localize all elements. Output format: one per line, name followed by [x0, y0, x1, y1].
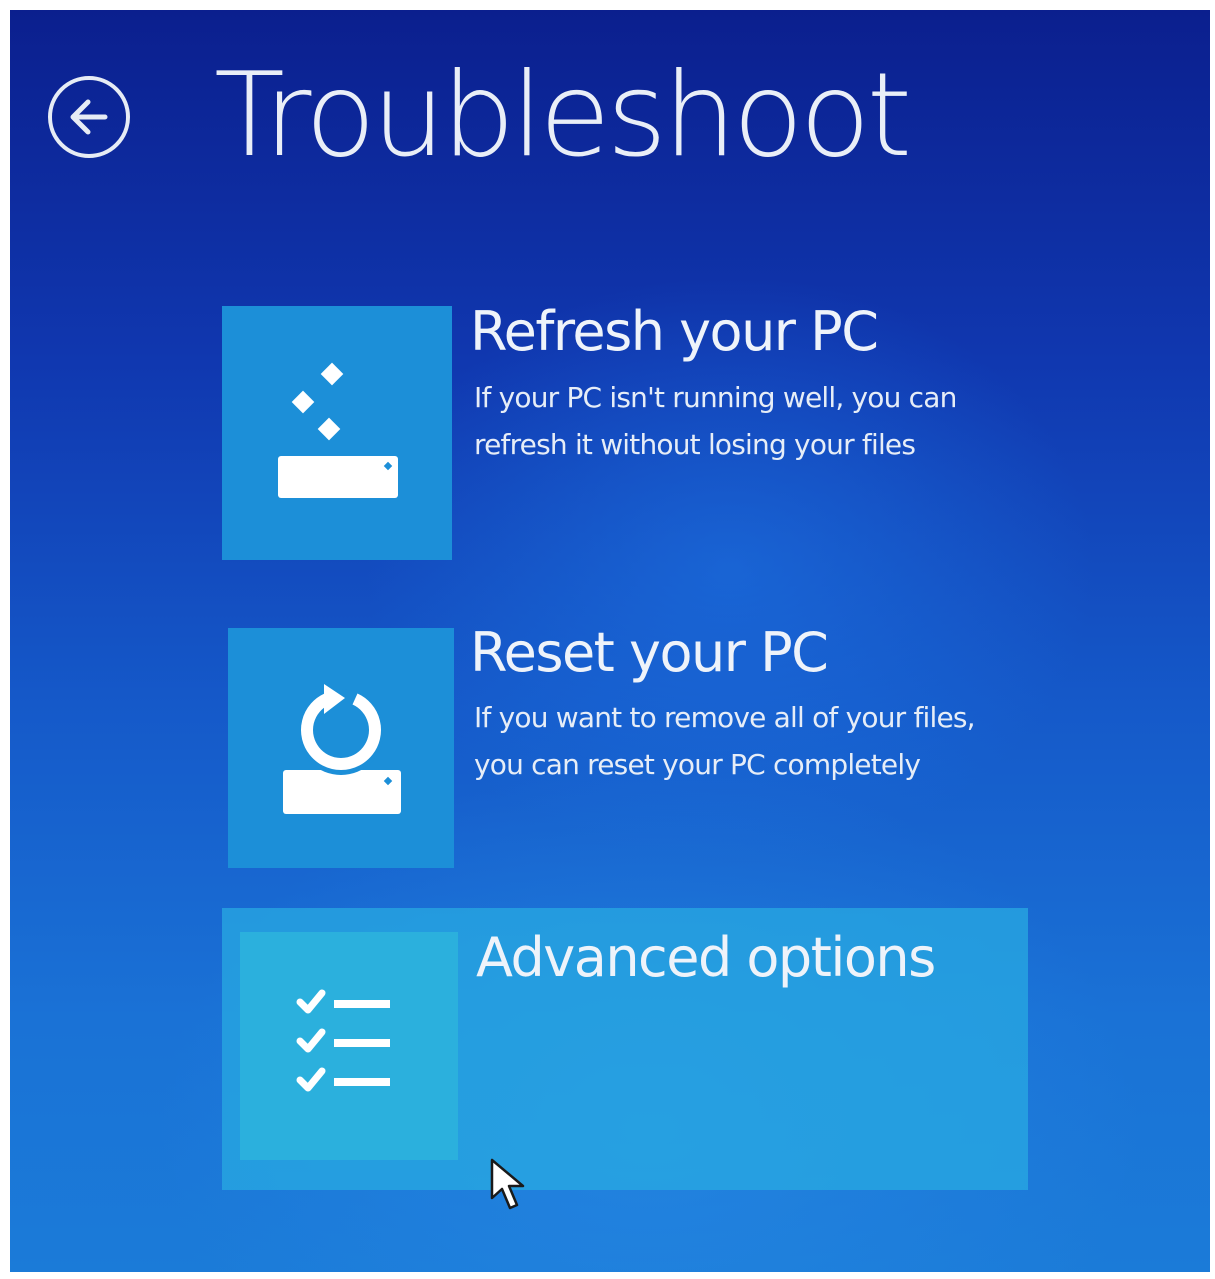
- refresh-pc-tile: [222, 306, 452, 560]
- refresh-pc-description: If your PC isn't running well, you can r…: [474, 374, 1034, 468]
- reset-pc-tile: [228, 628, 454, 868]
- reset-pc-description-line2: you can reset your PC completely: [474, 748, 921, 781]
- reset-pc-icon: [283, 684, 401, 814]
- reset-pc-title: Reset your PC: [470, 621, 829, 684]
- advanced-options-option[interactable]: Advanced options: [222, 908, 1028, 1190]
- troubleshoot-screen: Troubleshoot Refresh your PC If your PC …: [10, 10, 1210, 1272]
- refresh-pc-title: Refresh your PC: [470, 300, 879, 363]
- checklist-icon: [296, 989, 390, 1092]
- refresh-pc-description-line1: If your PC isn't running well, you can: [474, 381, 957, 414]
- reset-pc-description: If you want to remove all of your files,…: [474, 694, 1034, 788]
- advanced-options-title: Advanced options: [476, 926, 936, 989]
- back-button[interactable]: [48, 76, 130, 158]
- refresh-pc-option[interactable]: Refresh your PC If your PC isn't running…: [222, 302, 982, 564]
- back-arrow-icon: [70, 99, 108, 135]
- mouse-pointer-icon: [490, 1158, 525, 1210]
- refresh-pc-description-line2: refresh it without losing your files: [474, 428, 916, 461]
- reset-pc-description-line1: If you want to remove all of your files,: [474, 701, 976, 734]
- page-title: Troubleshoot: [214, 48, 912, 183]
- reset-pc-option[interactable]: Reset your PC If you want to remove all …: [228, 623, 988, 872]
- advanced-options-tile: [240, 932, 458, 1160]
- refresh-pc-icon: [278, 362, 398, 498]
